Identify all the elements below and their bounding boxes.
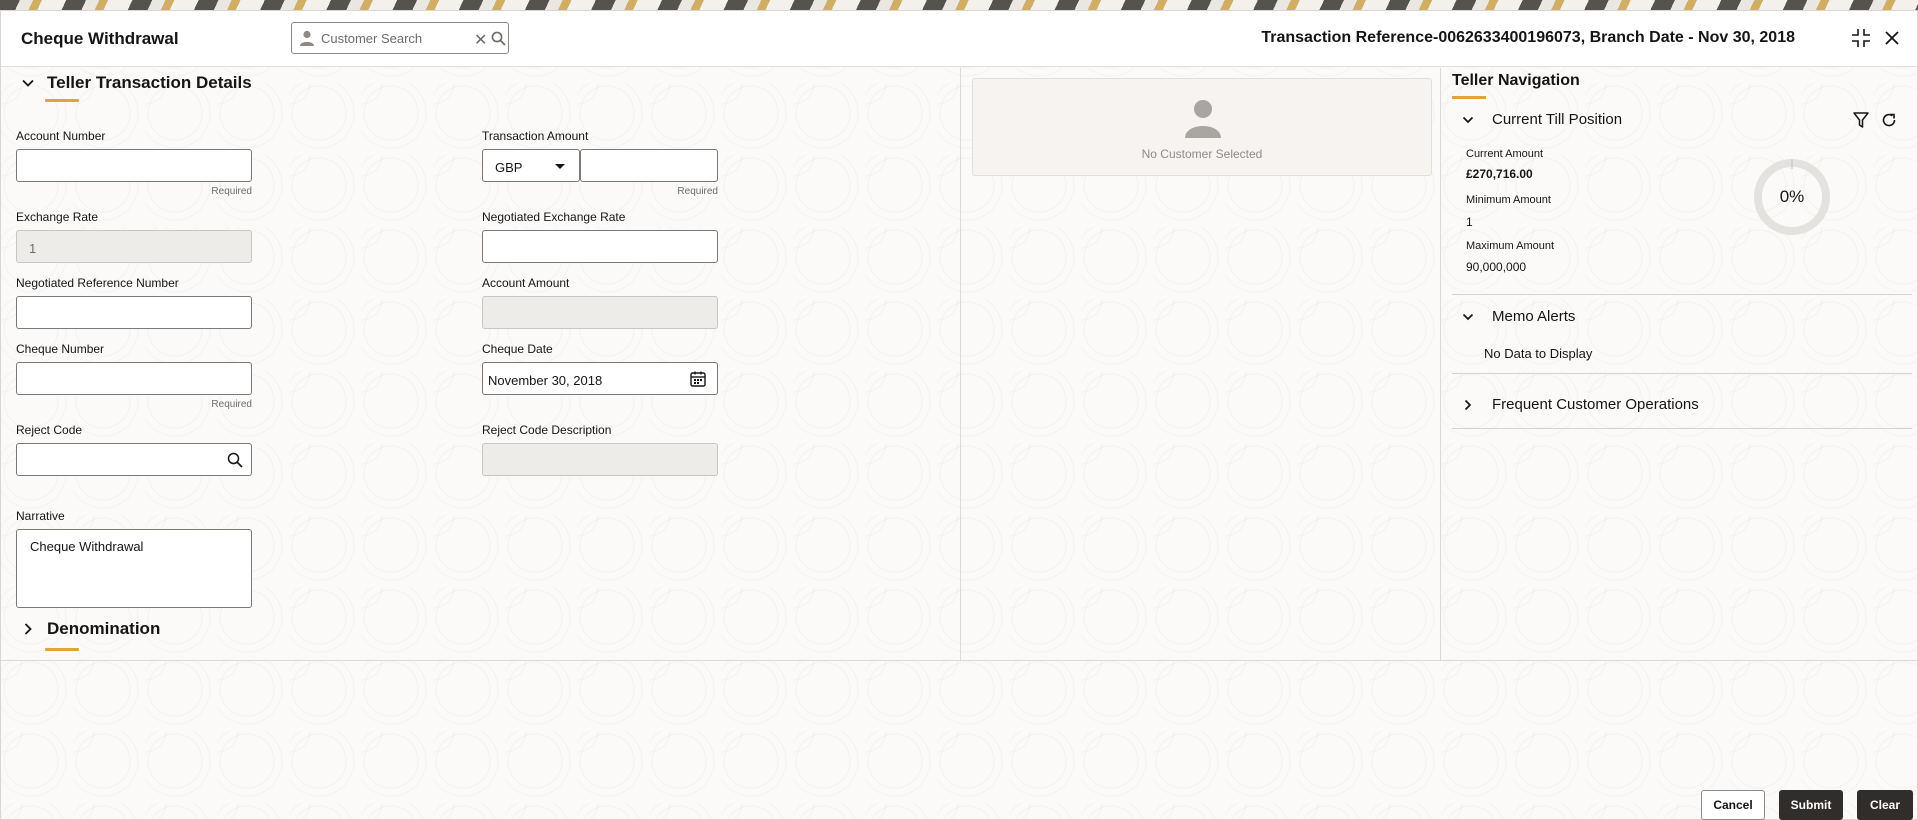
narrative-field[interactable]: Cheque Withdrawal — [16, 529, 252, 608]
section-underline — [45, 648, 79, 651]
transaction-reference: Transaction Reference-0062633400196073, … — [1261, 29, 1795, 46]
memo-alerts-empty: No Data to Display — [1484, 346, 1593, 361]
current-amount-label: Current Amount — [1466, 148, 1544, 160]
teller-navigation-panel: Teller Navigation Current Till Position … — [1442, 68, 1918, 660]
refresh-icon[interactable] — [1880, 111, 1898, 129]
account-number-field[interactable] — [16, 149, 252, 182]
cheque-withdrawal-window: Cheque Withdrawal Customer Search ✕ Tran… — [0, 10, 1918, 820]
denomination-section-toggle[interactable]: Denomination — [21, 619, 160, 639]
exchange-rate-label: Exchange Rate — [16, 210, 99, 224]
section-title: Teller Transaction Details — [47, 73, 252, 92]
maximum-amount-label: Maximum Amount — [1466, 240, 1555, 252]
footer-divider — [1, 660, 1917, 661]
frequent-customer-operations-toggle[interactable]: Frequent Customer Operations — [1462, 396, 1699, 413]
chevron-down-icon — [1462, 116, 1474, 123]
divider — [1452, 428, 1912, 429]
calendar-icon[interactable] — [689, 370, 707, 388]
transaction-amount-required: Required — [677, 186, 718, 197]
negotiated-exchange-rate-field[interactable] — [482, 230, 718, 263]
close-icon[interactable] — [1881, 27, 1903, 49]
teller-transaction-panel: Teller Transaction Details Account Numbe… — [1, 68, 961, 660]
current-till-title: Current Till Position — [1492, 111, 1623, 128]
page-title: Cheque Withdrawal — [21, 29, 179, 48]
currency-value: GBP — [495, 160, 523, 175]
cheque-date-label: Cheque Date — [482, 342, 553, 356]
cheque-number-required: Required — [211, 399, 252, 410]
divider — [1452, 294, 1912, 295]
account-amount-label: Account Amount — [482, 276, 570, 290]
cheque-number-label: Cheque Number — [16, 342, 105, 356]
reject-code-description-label: Reject Code Description — [482, 423, 612, 437]
search-icon[interactable] — [491, 31, 506, 46]
current-till-toggle[interactable]: Current Till Position — [1462, 111, 1622, 128]
cheque-number-field[interactable] — [16, 362, 252, 395]
minimum-amount-label: Minimum Amount — [1466, 194, 1551, 206]
minimum-amount-value: 1 — [1466, 215, 1473, 229]
section-title: Denomination — [47, 619, 161, 638]
transaction-amount-label: Transaction Amount — [482, 129, 589, 143]
reject-code-field[interactable] — [16, 443, 252, 476]
frequent-ops-title: Frequent Customer Operations — [1492, 396, 1699, 413]
reject-code-label: Reject Code — [16, 423, 83, 437]
search-icon[interactable] — [226, 451, 244, 469]
submit-button[interactable]: Submit — [1779, 790, 1843, 820]
currency-select[interactable]: GBP — [482, 149, 580, 182]
clear-icon[interactable]: ✕ — [474, 30, 487, 50]
chevron-down-icon — [22, 79, 34, 87]
clear-button[interactable]: Clear — [1857, 790, 1913, 820]
reject-code-description-field — [482, 443, 718, 476]
top-decorative-stripe — [0, 0, 1918, 10]
filter-icon[interactable] — [1852, 111, 1870, 129]
customer-panel: No Customer Selected — [962, 68, 1441, 660]
avatar-icon — [1185, 100, 1221, 138]
chevron-right-icon — [1464, 399, 1472, 410]
cheque-date-value: November 30, 2018 — [488, 373, 603, 388]
teller-details-section-toggle[interactable]: Teller Transaction Details — [21, 73, 252, 93]
chevron-right-icon — [24, 623, 32, 635]
cancel-button[interactable]: Cancel — [1701, 790, 1765, 820]
maximum-amount-value: 90,000,000 — [1466, 260, 1527, 274]
divider — [1452, 373, 1912, 374]
customer-card: No Customer Selected — [972, 78, 1432, 176]
current-amount-value: £270,716.00 — [1466, 167, 1533, 181]
account-amount-field — [482, 296, 718, 329]
person-icon — [300, 30, 314, 46]
section-underline — [45, 99, 79, 102]
narrative-label: Narrative — [16, 509, 65, 523]
teller-navigation-title: Teller Navigation — [1452, 72, 1580, 89]
transaction-amount-field[interactable] — [580, 149, 718, 182]
memo-alerts-toggle[interactable]: Memo Alerts — [1462, 308, 1575, 325]
account-number-label: Account Number — [16, 129, 106, 143]
exchange-rate-field: 1 — [16, 230, 252, 263]
section-underline — [1452, 96, 1486, 99]
cheque-date-field[interactable]: November 30, 2018 — [482, 362, 718, 395]
no-customer-text: No Customer Selected — [1141, 147, 1263, 161]
customer-search-box[interactable]: Customer Search ✕ — [291, 22, 509, 54]
account-number-required: Required — [211, 186, 252, 197]
caret-down-icon — [555, 164, 565, 169]
negotiated-exchange-rate-label: Negotiated Exchange Rate — [482, 210, 626, 224]
negotiated-reference-number-field[interactable] — [16, 296, 252, 329]
header-bar: Cheque Withdrawal Customer Search ✕ Tran… — [1, 11, 1917, 67]
chevron-down-icon — [1462, 313, 1474, 320]
memo-alerts-title: Memo Alerts — [1492, 308, 1576, 325]
search-input[interactable]: Customer Search — [321, 31, 422, 46]
negotiated-reference-number-label: Negotiated Reference Number — [16, 276, 179, 290]
collapse-icon[interactable] — [1850, 27, 1872, 49]
till-utilization-percent: 0% — [1779, 187, 1805, 206]
